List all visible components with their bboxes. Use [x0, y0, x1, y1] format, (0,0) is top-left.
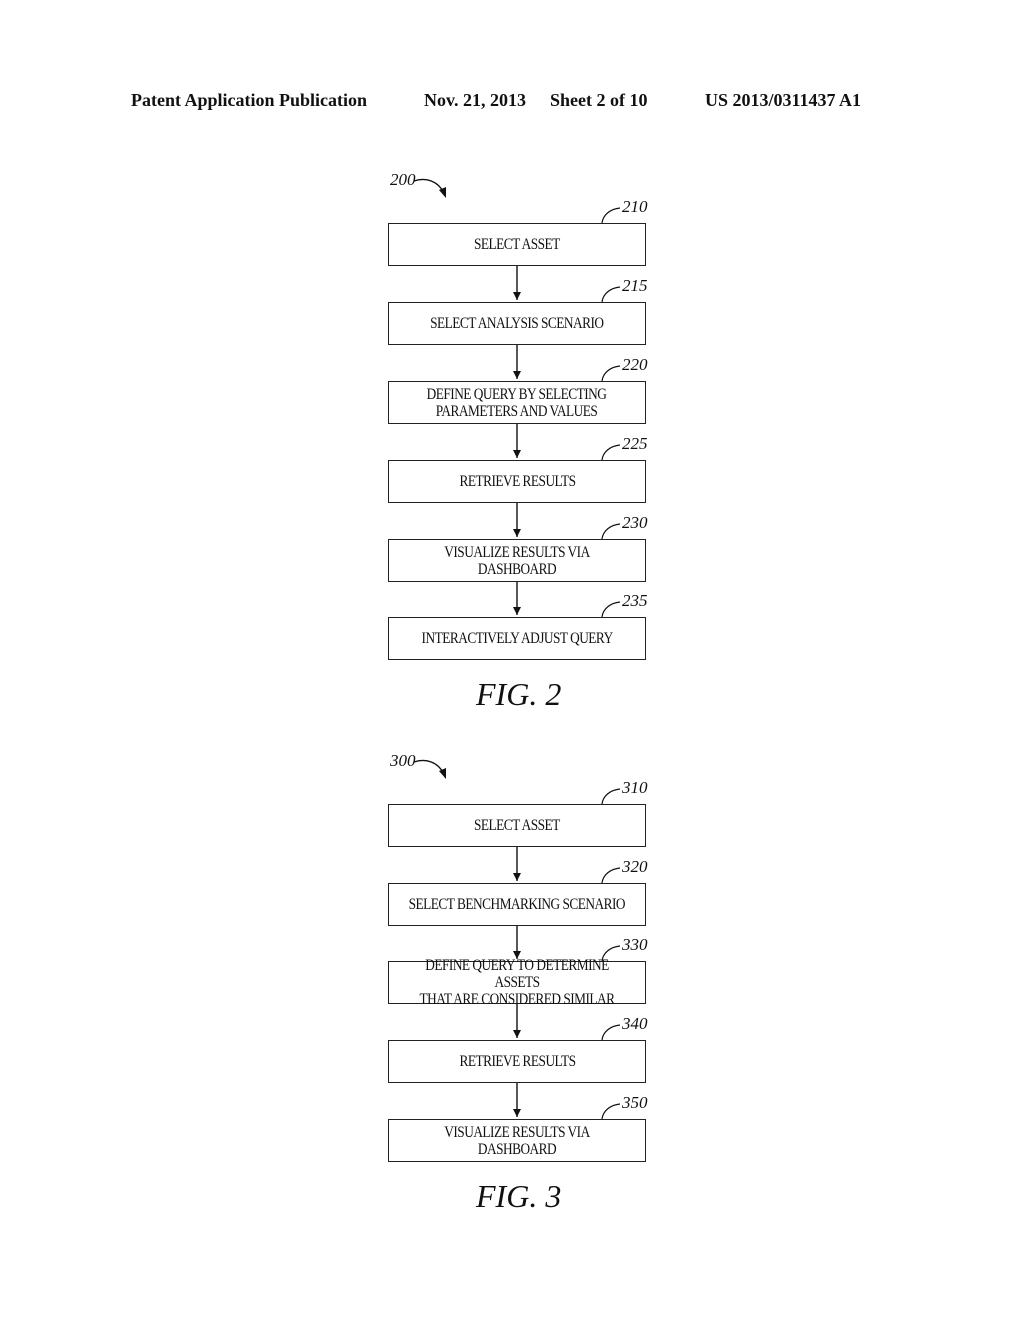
flow-step-box: SELECT ASSET	[388, 804, 646, 847]
flow-step-text: VISUALIZE RESULTS VIA DASHBOARD	[444, 1123, 590, 1158]
step-ref-leader	[601, 1024, 621, 1041]
flow-step-box: RETRIEVE RESULTS	[388, 1040, 646, 1083]
figure-label: FIG. 3	[476, 1178, 562, 1214]
flow-step-text: SELECT ASSET	[474, 817, 560, 834]
step-ref-number: 350	[622, 1093, 648, 1112]
flow-step-text: SELECT BENCHMARKING SCENARIO	[408, 896, 626, 913]
flow-step-text: DEFINE QUERY TO DETERMINE ASSETS THAT AR…	[419, 957, 615, 1008]
figure-ref-number: 300	[390, 751, 416, 770]
flow-step-text: RETRIEVE RESULTS	[458, 1053, 576, 1070]
step-ref-leader	[601, 788, 621, 805]
figure-ref-arrow	[413, 759, 445, 775]
step-ref-number: 330	[622, 935, 648, 954]
step-ref-leader	[601, 1103, 621, 1120]
figure-ref-arrowhead	[439, 768, 446, 779]
step-ref-leader	[601, 867, 621, 884]
step-ref-number: 340	[622, 1014, 648, 1033]
flow-step-box: SELECT BENCHMARKING SCENARIO	[388, 883, 646, 926]
flow-step-box: DEFINE QUERY TO DETERMINE ASSETS THAT AR…	[388, 957, 646, 1008]
step-ref-number: 310	[622, 778, 648, 797]
step-ref-number: 320	[622, 857, 648, 876]
figure-3-flowchart: 300 SELECT ASSET 310 SELECT BENCHMARKING SC…	[0, 0, 1024, 1320]
flow-step-box: VISUALIZE RESULTS VIA DASHBOARD	[388, 1119, 646, 1162]
